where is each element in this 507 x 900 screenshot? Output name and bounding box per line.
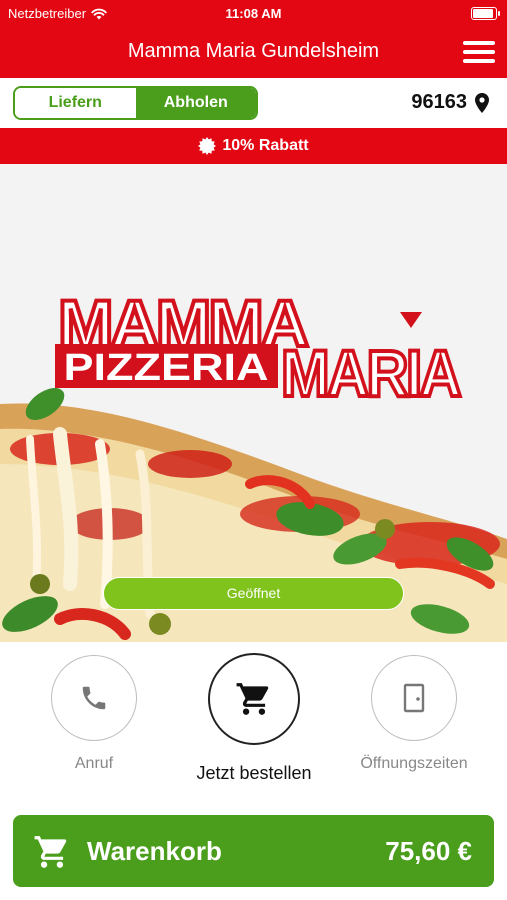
call-action[interactable]: Anruf [51, 655, 137, 773]
cart-button[interactable]: Warenkorb 75,60 € [13, 815, 494, 887]
phone-icon [82, 686, 106, 710]
order-now-button[interactable] [208, 653, 300, 745]
call-button[interactable] [51, 655, 137, 741]
hero-image: MAMMA PIZZERIA MARIA [0, 284, 507, 642]
cart-icon [34, 836, 67, 868]
location-pin-icon [475, 92, 489, 113]
order-label: Jetzt bestellen [196, 763, 312, 783]
opening-hours-button[interactable] [371, 655, 457, 741]
door-icon [403, 683, 425, 713]
menu-icon [463, 59, 495, 63]
menu-icon [463, 50, 495, 54]
badge-icon [198, 137, 217, 155]
app-screen: Netzbetreiber 11:08 AM Mamma Maria Gunde… [0, 0, 507, 900]
status-bar: Netzbetreiber 11:08 AM [0, 0, 507, 28]
battery-icon [471, 7, 500, 20]
pickup-option[interactable]: Abholen [135, 88, 256, 118]
cart-total: 75,60 € [385, 836, 472, 866]
menu-button[interactable] [461, 38, 497, 66]
cart-label: Warenkorb [87, 836, 222, 866]
hours-action[interactable]: Öffnungszeiten [360, 655, 468, 773]
logo-line2: MARIA [281, 336, 460, 410]
logo-band: PIZZERIA [64, 347, 269, 389]
deliver-option[interactable]: Liefern [15, 88, 136, 118]
delivery-options: Liefern Abholen 96163 [0, 78, 507, 128]
hero-banner: MAMMA PIZZERIA MARIA [0, 164, 507, 642]
call-label: Anruf [74, 755, 114, 772]
postcode-selector[interactable]: 96163 [411, 91, 489, 114]
restaurant-logo: MAMMA PIZZERIA MARIA [55, 284, 465, 412]
delivery-mode-toggle: Liefern Abholen [13, 86, 258, 120]
open-status-badge[interactable]: Geöffnet [103, 577, 404, 610]
menu-icon [463, 41, 495, 45]
postcode-value: 96163 [411, 91, 467, 113]
hours-label: Öffnungszeiten [360, 755, 468, 772]
page-title: Mamma Maria Gundelsheim [127, 40, 380, 62]
app-header: Netzbetreiber 11:08 AM Mamma Maria Gunde… [0, 0, 507, 78]
status-time: 11:08 AM [225, 6, 282, 21]
discount-banner[interactable]: 10% Rabatt [0, 128, 507, 164]
cart-icon [236, 683, 269, 715]
battery-level [473, 9, 493, 18]
discount-label: 10% Rabatt [222, 137, 309, 154]
order-action[interactable]: Jetzt bestellen [196, 653, 312, 784]
